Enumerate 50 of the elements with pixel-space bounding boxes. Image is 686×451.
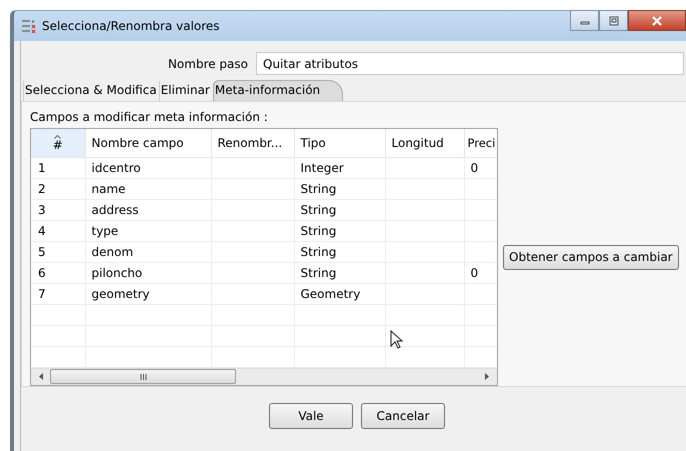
table-cell: Geometry [294,283,385,304]
sort-icon [54,134,62,139]
minimize-button[interactable] [570,10,599,31]
field-label: Nombre paso [168,56,248,70]
column-header[interactable]: Longitud [385,129,464,157]
row-number: 5 [31,241,85,262]
tab[interactable]: Meta-información [212,80,344,101]
table-cell: String [294,199,385,220]
column-header[interactable]: Renombr... [211,129,294,157]
close-icon [651,16,663,26]
right-arrow-icon [484,373,489,380]
horizontal-scrollbar[interactable] [31,368,497,385]
window-title: Selecciona/Renombra valores [42,19,220,33]
maximize-button[interactable] [599,10,628,31]
row-number: 4 [31,220,85,241]
table-cell: denom [85,241,211,262]
ok-button[interactable]: Vale [269,403,353,429]
step-name-field[interactable]: Quitar atributos [256,52,684,75]
table-label: Campos a modificar meta información : [30,110,269,124]
table-cell: Integer [294,157,385,178]
row-number: 2 [31,178,85,199]
table-cell: piloncho [85,262,211,283]
table-cell: name [85,178,211,199]
row-number: 3 [31,199,85,220]
row-number: 7 [31,283,85,304]
left-arrow-icon [39,373,44,380]
get-fields-button[interactable]: Obtener campos a cambiar [503,244,679,270]
scrollbar-thumb[interactable] [50,369,236,384]
column-header[interactable]: Tipo [294,129,385,157]
maximize-icon [608,16,618,26]
table-cell: String [294,178,385,199]
row-number: 6 [31,262,85,283]
column-header[interactable]: # [31,129,85,157]
table-cell: String [294,241,385,262]
table-cell: idcentro [85,157,211,178]
cancel-button[interactable]: Cancelar [361,403,445,429]
column-header[interactable]: Nombre campo [85,129,211,157]
list-icon [22,19,36,33]
column-header[interactable]: Preci [464,129,497,157]
close-button[interactable] [628,10,686,31]
mouse-pointer-icon [390,330,404,350]
grip-icon [140,374,146,380]
table-cell: 0 [464,262,497,283]
row-number: 1 [31,157,85,178]
table-cell: address [85,199,211,220]
table-cell: String [294,220,385,241]
table-cell: String [294,262,385,283]
table-cell: geometry [85,283,211,304]
table-cell: type [85,220,211,241]
table-cell: 0 [464,157,497,178]
